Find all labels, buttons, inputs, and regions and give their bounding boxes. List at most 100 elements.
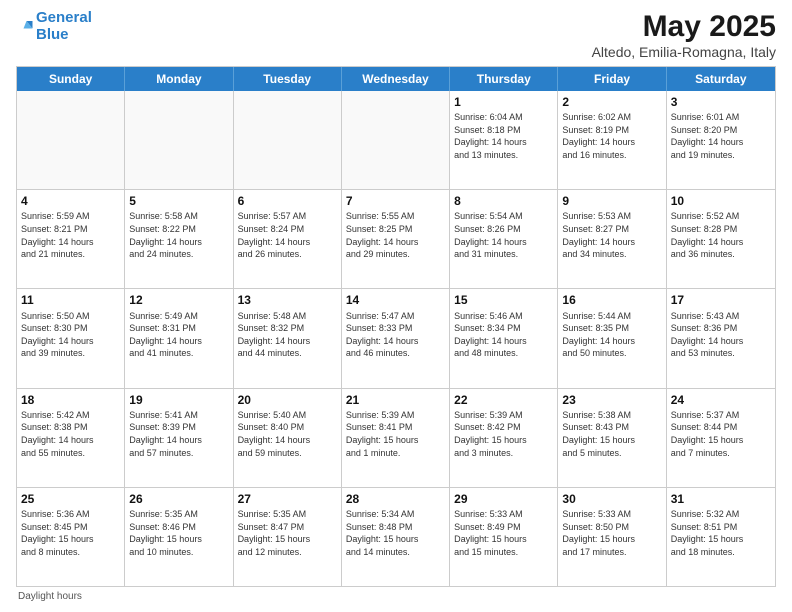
calendar-cell: 1Sunrise: 6:04 AMSunset: 8:18 PMDaylight…	[450, 91, 558, 189]
calendar-cell: 26Sunrise: 5:35 AMSunset: 8:46 PMDayligh…	[125, 488, 233, 586]
day-number: 31	[671, 491, 771, 507]
day-number: 13	[238, 292, 337, 308]
day-number: 9	[562, 193, 661, 209]
day-info: Sunrise: 5:46 AMSunset: 8:34 PMDaylight:…	[454, 310, 553, 360]
weekday-header: Monday	[125, 67, 233, 91]
calendar-cell: 29Sunrise: 5:33 AMSunset: 8:49 PMDayligh…	[450, 488, 558, 586]
calendar: SundayMondayTuesdayWednesdayThursdayFrid…	[16, 66, 776, 587]
calendar-cell: 11 Sunrise: 5:50 AMSunset: 8:30 PMDayligh…	[17, 289, 125, 387]
day-info: Sunrise: 5:52 AMSunset: 8:28 PMDaylight:…	[671, 210, 771, 260]
calendar-cell: 30Sunrise: 5:33 AMSunset: 8:50 PMDayligh…	[558, 488, 666, 586]
calendar-cell	[125, 91, 233, 189]
calendar-row: 18Sunrise: 5:42 AMSunset: 8:38 PMDayligh…	[17, 389, 775, 488]
weekday-header: Tuesday	[234, 67, 342, 91]
day-number: 15	[454, 292, 553, 308]
day-number: 21	[346, 392, 445, 408]
day-number: 8	[454, 193, 553, 209]
calendar-cell: 9Sunrise: 5:53 AMSunset: 8:27 PMDaylight…	[558, 190, 666, 288]
calendar-cell: 25Sunrise: 5:36 AMSunset: 8:45 PMDayligh…	[17, 488, 125, 586]
calendar-cell: 15 Sunrise: 5:46 AMSunset: 8:34 PMDayligh…	[450, 289, 558, 387]
day-info: Sunrise: 5:59 AMSunset: 8:21 PMDaylight:…	[21, 210, 120, 260]
calendar-cell: 22Sunrise: 5:39 AMSunset: 8:42 PMDayligh…	[450, 389, 558, 487]
day-number: 27	[238, 491, 337, 507]
day-number: 5	[129, 193, 228, 209]
day-number: 12	[129, 292, 228, 308]
day-info: Sunrise: 5:43 AMSunset: 8:36 PMDaylight:…	[671, 310, 771, 360]
day-info: Sunrise: 5:50 AMSunset: 8:30 PMDaylight:…	[21, 310, 120, 360]
day-number: 25	[21, 491, 120, 507]
calendar-cell: 7Sunrise: 5:55 AMSunset: 8:25 PMDaylight…	[342, 190, 450, 288]
logo: General Blue	[16, 10, 92, 43]
day-info: Sunrise: 5:33 AMSunset: 8:49 PMDaylight:…	[454, 508, 553, 558]
calendar-cell: 14Sunrise: 5:47 AMSunset: 8:33 PMDayligh…	[342, 289, 450, 387]
day-number: 1	[454, 94, 553, 110]
day-info: Sunrise: 5:48 AMSunset: 8:32 PMDaylight:…	[238, 310, 337, 360]
day-number: 20	[238, 392, 337, 408]
calendar-row: 11 Sunrise: 5:50 AMSunset: 8:30 PMDayligh…	[17, 289, 775, 388]
day-number: 26	[129, 491, 228, 507]
day-number: 30	[562, 491, 661, 507]
main-title: May 2025	[592, 10, 776, 44]
day-number: 11	[21, 292, 120, 308]
subtitle: Altedo, Emilia-Romagna, Italy	[592, 44, 776, 60]
header: General Blue May 2025 Altedo, Emilia-Rom…	[16, 10, 776, 60]
day-number: 3	[671, 94, 771, 110]
weekday-header: Friday	[558, 67, 666, 91]
logo-icon	[16, 18, 34, 36]
calendar-header: SundayMondayTuesdayWednesdayThursdayFrid…	[17, 67, 775, 91]
calendar-cell: 17Sunrise: 5:43 AMSunset: 8:36 PMDayligh…	[667, 289, 775, 387]
day-number: 19	[129, 392, 228, 408]
calendar-row: 4Sunrise: 5:59 AMSunset: 8:21 PMDaylight…	[17, 190, 775, 289]
day-info: Sunrise: 5:54 AMSunset: 8:26 PMDaylight:…	[454, 210, 553, 260]
day-info: Sunrise: 6:02 AMSunset: 8:19 PMDaylight:…	[562, 111, 661, 161]
calendar-cell: 2Sunrise: 6:02 AMSunset: 8:19 PMDaylight…	[558, 91, 666, 189]
calendar-cell: 28Sunrise: 5:34 AMSunset: 8:48 PMDayligh…	[342, 488, 450, 586]
calendar-cell	[342, 91, 450, 189]
calendar-cell: 20Sunrise: 5:40 AMSunset: 8:40 PMDayligh…	[234, 389, 342, 487]
day-number: 6	[238, 193, 337, 209]
day-number: 7	[346, 193, 445, 209]
calendar-cell: 4Sunrise: 5:59 AMSunset: 8:21 PMDaylight…	[17, 190, 125, 288]
footer-note: Daylight hours	[16, 591, 776, 602]
day-info: Sunrise: 5:44 AMSunset: 8:35 PMDaylight:…	[562, 310, 661, 360]
day-number: 24	[671, 392, 771, 408]
page: General Blue May 2025 Altedo, Emilia-Rom…	[0, 0, 792, 612]
calendar-cell: 23Sunrise: 5:38 AMSunset: 8:43 PMDayligh…	[558, 389, 666, 487]
day-info: Sunrise: 5:42 AMSunset: 8:38 PMDaylight:…	[21, 409, 120, 459]
logo-text: General Blue	[36, 10, 92, 43]
calendar-cell: 16 Sunrise: 5:44 AMSunset: 8:35 PMDayligh…	[558, 289, 666, 387]
calendar-body: 1Sunrise: 6:04 AMSunset: 8:18 PMDaylight…	[17, 91, 775, 586]
day-info: Sunrise: 5:32 AMSunset: 8:51 PMDaylight:…	[671, 508, 771, 558]
day-number: 18	[21, 392, 120, 408]
calendar-cell: 27Sunrise: 5:35 AMSunset: 8:47 PMDayligh…	[234, 488, 342, 586]
calendar-cell: 6Sunrise: 5:57 AMSunset: 8:24 PMDaylight…	[234, 190, 342, 288]
day-info: Sunrise: 5:39 AMSunset: 8:42 PMDaylight:…	[454, 409, 553, 459]
calendar-cell: 31Sunrise: 5:32 AMSunset: 8:51 PMDayligh…	[667, 488, 775, 586]
day-number: 2	[562, 94, 661, 110]
day-number: 4	[21, 193, 120, 209]
calendar-cell: 19Sunrise: 5:41 AMSunset: 8:39 PMDayligh…	[125, 389, 233, 487]
calendar-cell: 3Sunrise: 6:01 AMSunset: 8:20 PMDaylight…	[667, 91, 775, 189]
calendar-cell: 13 Sunrise: 5:48 AMSunset: 8:32 PMDayligh…	[234, 289, 342, 387]
day-info: Sunrise: 5:49 AMSunset: 8:31 PMDaylight:…	[129, 310, 228, 360]
day-info: Sunrise: 5:55 AMSunset: 8:25 PMDaylight:…	[346, 210, 445, 260]
day-info: Sunrise: 5:37 AMSunset: 8:44 PMDaylight:…	[671, 409, 771, 459]
calendar-cell: 21Sunrise: 5:39 AMSunset: 8:41 PMDayligh…	[342, 389, 450, 487]
day-info: Sunrise: 5:35 AMSunset: 8:46 PMDaylight:…	[129, 508, 228, 558]
day-number: 10	[671, 193, 771, 209]
calendar-cell: 8Sunrise: 5:54 AMSunset: 8:26 PMDaylight…	[450, 190, 558, 288]
title-block: May 2025 Altedo, Emilia-Romagna, Italy	[592, 10, 776, 60]
day-info: Sunrise: 5:53 AMSunset: 8:27 PMDaylight:…	[562, 210, 661, 260]
calendar-row: 25Sunrise: 5:36 AMSunset: 8:45 PMDayligh…	[17, 488, 775, 586]
day-info: Sunrise: 5:41 AMSunset: 8:39 PMDaylight:…	[129, 409, 228, 459]
calendar-cell: 24Sunrise: 5:37 AMSunset: 8:44 PMDayligh…	[667, 389, 775, 487]
day-info: Sunrise: 5:38 AMSunset: 8:43 PMDaylight:…	[562, 409, 661, 459]
weekday-header: Sunday	[17, 67, 125, 91]
day-info: Sunrise: 5:35 AMSunset: 8:47 PMDaylight:…	[238, 508, 337, 558]
day-number: 29	[454, 491, 553, 507]
day-number: 16	[562, 292, 661, 308]
day-info: Sunrise: 5:39 AMSunset: 8:41 PMDaylight:…	[346, 409, 445, 459]
calendar-row: 1Sunrise: 6:04 AMSunset: 8:18 PMDaylight…	[17, 91, 775, 190]
calendar-cell	[17, 91, 125, 189]
weekday-header: Saturday	[667, 67, 775, 91]
